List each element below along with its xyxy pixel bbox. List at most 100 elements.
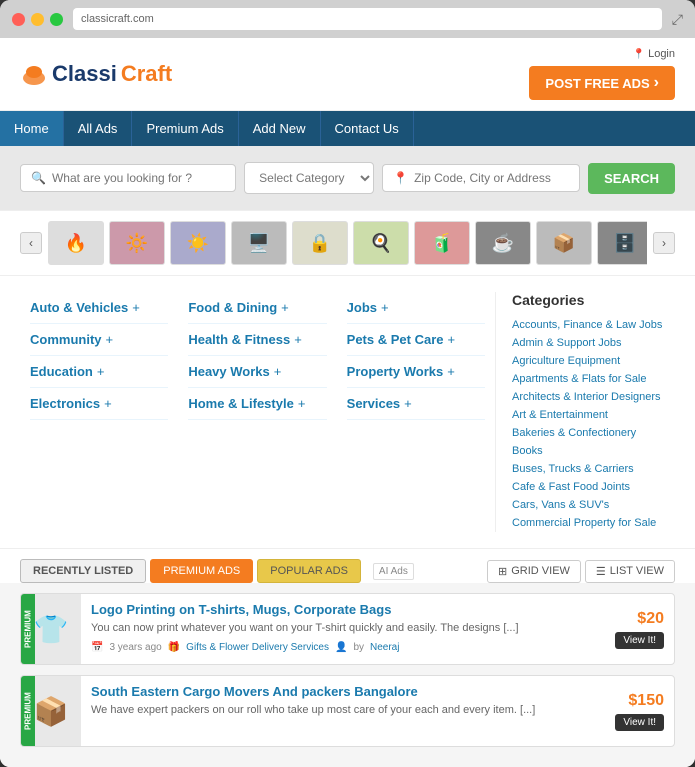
close-button[interactable] [12,13,25,26]
expand-icon[interactable]: ⤢ [672,11,683,28]
cat-jobs[interactable]: Jobs + [347,292,485,324]
grid-icon: ⊞ [498,565,507,578]
listing-title-0[interactable]: Logo Printing on T-shirts, Mugs, Corpora… [91,602,595,617]
listing-meta-0: 📅 3 years ago 🎁 Gifts & Flower Delivery … [91,642,595,653]
ai-ads-label: AI Ads [373,563,414,580]
search-input[interactable] [52,171,225,185]
main-nav: Home All Ads Premium Ads Add New Contact… [0,111,695,146]
thumbnail-images: 🔥 🔆 ☀️ 🖥️ 🔒 🍳 🧃 ☕ 📦 🗄️ [48,221,647,265]
grid-view-label: GRID VIEW [511,565,570,577]
post-free-ads-button[interactable]: POST FREE ADS [529,66,675,100]
thumb-prev-button[interactable]: ‹ [20,232,42,254]
view-buttons: ⊞ GRID VIEW ☰ LIST VIEW [487,560,675,583]
right-cat-4[interactable]: Architects & Interior Designers [512,388,675,406]
view-it-btn-0[interactable]: View It! [615,632,664,649]
listing-author-0[interactable]: Neeraj [370,642,399,653]
cat-food-dining[interactable]: Food & Dining + [188,292,326,324]
list-view-label: LIST VIEW [610,565,664,577]
cat-pets[interactable]: Pets & Pet Care + [347,324,485,356]
cat-home-lifestyle[interactable]: Home & Lifestyle + [188,388,326,420]
cat-electronics[interactable]: Electronics + [30,388,168,420]
thumb-5[interactable]: 🔒 [292,221,348,265]
thumb-3[interactable]: ☀️ [170,221,226,265]
search-icon: 🔍 [31,171,46,185]
logo[interactable]: ClassiCraft [20,60,172,88]
thumb-1[interactable]: 🔥 [48,221,104,265]
minimize-button[interactable] [31,13,44,26]
cat-services[interactable]: Services + [347,388,485,420]
maximize-button[interactable] [50,13,63,26]
cat-auto-vehicles[interactable]: Auto & Vehicles + [30,292,168,324]
thumb-2[interactable]: 🔆 [109,221,165,265]
right-cat-1[interactable]: Admin & Support Jobs [512,334,675,352]
listing-price-1: $150 [628,692,664,710]
cat-col-3: Jobs + Pets & Pet Care + Property Works … [337,292,495,532]
right-cat-5[interactable]: Art & Entertainment [512,406,675,424]
tab-premium-ads[interactable]: PREMIUM ADS [150,559,253,583]
location-input[interactable] [414,171,569,185]
category-section: Auto & Vehicles + Community + Education … [0,276,695,548]
right-cat-7[interactable]: Books [512,442,675,460]
cat-education[interactable]: Education + [30,356,168,388]
listing-card-0: 👕 PREMIUM Logo Printing on T-shirts, Mug… [20,593,675,665]
listing-badge-wrap-0: 👕 PREMIUM [21,594,81,664]
right-cat-8[interactable]: Buses, Trucks & Carriers [512,460,675,478]
tab-popular-ads[interactable]: POPULAR ADS [257,559,361,583]
cat-health-fitness[interactable]: Health & Fitness + [188,324,326,356]
nav-premium-ads[interactable]: Premium Ads [132,111,238,146]
thumb-9[interactable]: 📦 [536,221,592,265]
browser-chrome: classicraft.com ⤢ [0,0,695,38]
view-it-btn-1[interactable]: View It! [615,714,664,731]
thumb-7[interactable]: 🧃 [414,221,470,265]
listing-category-0[interactable]: Gifts & Flower Delivery Services [186,642,329,653]
logo-icon [20,60,48,88]
premium-badge-1: PREMIUM [21,676,35,746]
nav-home[interactable]: Home [0,111,64,146]
tab-recently-listed[interactable]: RECENTLY LISTED [20,559,146,583]
location-icon: 📍 [393,171,408,185]
listing-tabs: RECENTLY LISTED PREMIUM ADS POPULAR ADS … [0,548,695,583]
listing-body-0: Logo Printing on T-shirts, Mugs, Corpora… [81,594,605,664]
right-cat-2[interactable]: Agriculture Equipment [512,352,675,370]
thumbnail-strip: ‹ 🔥 🔆 ☀️ 🖥️ 🔒 🍳 🧃 ☕ 📦 🗄️ › [0,210,695,276]
listing-body-1: South Eastern Cargo Movers And packers B… [81,676,605,746]
listing-price-wrap-0: $20 View It! [605,594,674,664]
listing-title-1[interactable]: South Eastern Cargo Movers And packers B… [91,684,595,699]
address-bar[interactable]: classicraft.com [73,8,662,30]
nav-add-new[interactable]: Add New [239,111,321,146]
search-button[interactable]: SEARCH [588,163,675,194]
right-cat-10[interactable]: Cars, Vans & SUV's [512,496,675,514]
right-cat-6[interactable]: Bakeries & Confectionery [512,424,675,442]
listing-badge-wrap-1: 📦 PREMIUM [21,676,81,746]
site-header: ClassiCraft Login POST FREE ADS [0,38,695,111]
grid-view-button[interactable]: ⊞ GRID VIEW [487,560,581,583]
cat-heavy-works[interactable]: Heavy Works + [188,356,326,388]
right-cat-3[interactable]: Apartments & Flats for Sale [512,370,675,388]
right-cat-0[interactable]: Accounts, Finance & Law Jobs [512,316,675,334]
thumb-next-button[interactable]: › [653,232,675,254]
listing-price-0: $20 [637,610,664,628]
right-cat-11[interactable]: Commercial Property for Sale [512,514,675,532]
search-input-wrap: 🔍 [20,164,236,192]
right-categories: Categories Accounts, Finance & Law Jobs … [495,292,675,532]
listings-section: 👕 PREMIUM Logo Printing on T-shirts, Mug… [0,583,695,767]
thumb-8[interactable]: ☕ [475,221,531,265]
listing-card-1: 📦 PREMIUM South Eastern Cargo Movers And… [20,675,675,747]
thumb-10[interactable]: 🗄️ [597,221,647,265]
cat-community[interactable]: Community + [30,324,168,356]
list-icon: ☰ [596,565,606,578]
right-cat-9[interactable]: Cafe & Fast Food Joints [512,478,675,496]
cat-property-works[interactable]: Property Works + [347,356,485,388]
premium-badge-0: PREMIUM [21,594,35,664]
thumb-4[interactable]: 🖥️ [231,221,287,265]
nav-all-ads[interactable]: All Ads [64,111,133,146]
address-text: classicraft.com [81,13,154,25]
thumb-6[interactable]: 🍳 [353,221,409,265]
nav-contact-us[interactable]: Contact Us [321,111,414,146]
listing-author-label: by [353,642,364,653]
category-select[interactable]: Select Category [244,162,374,194]
list-view-button[interactable]: ☰ LIST VIEW [585,560,675,583]
traffic-lights [12,13,63,26]
login-link[interactable]: Login [633,48,675,60]
cat-col-1: Auto & Vehicles + Community + Education … [20,292,178,532]
